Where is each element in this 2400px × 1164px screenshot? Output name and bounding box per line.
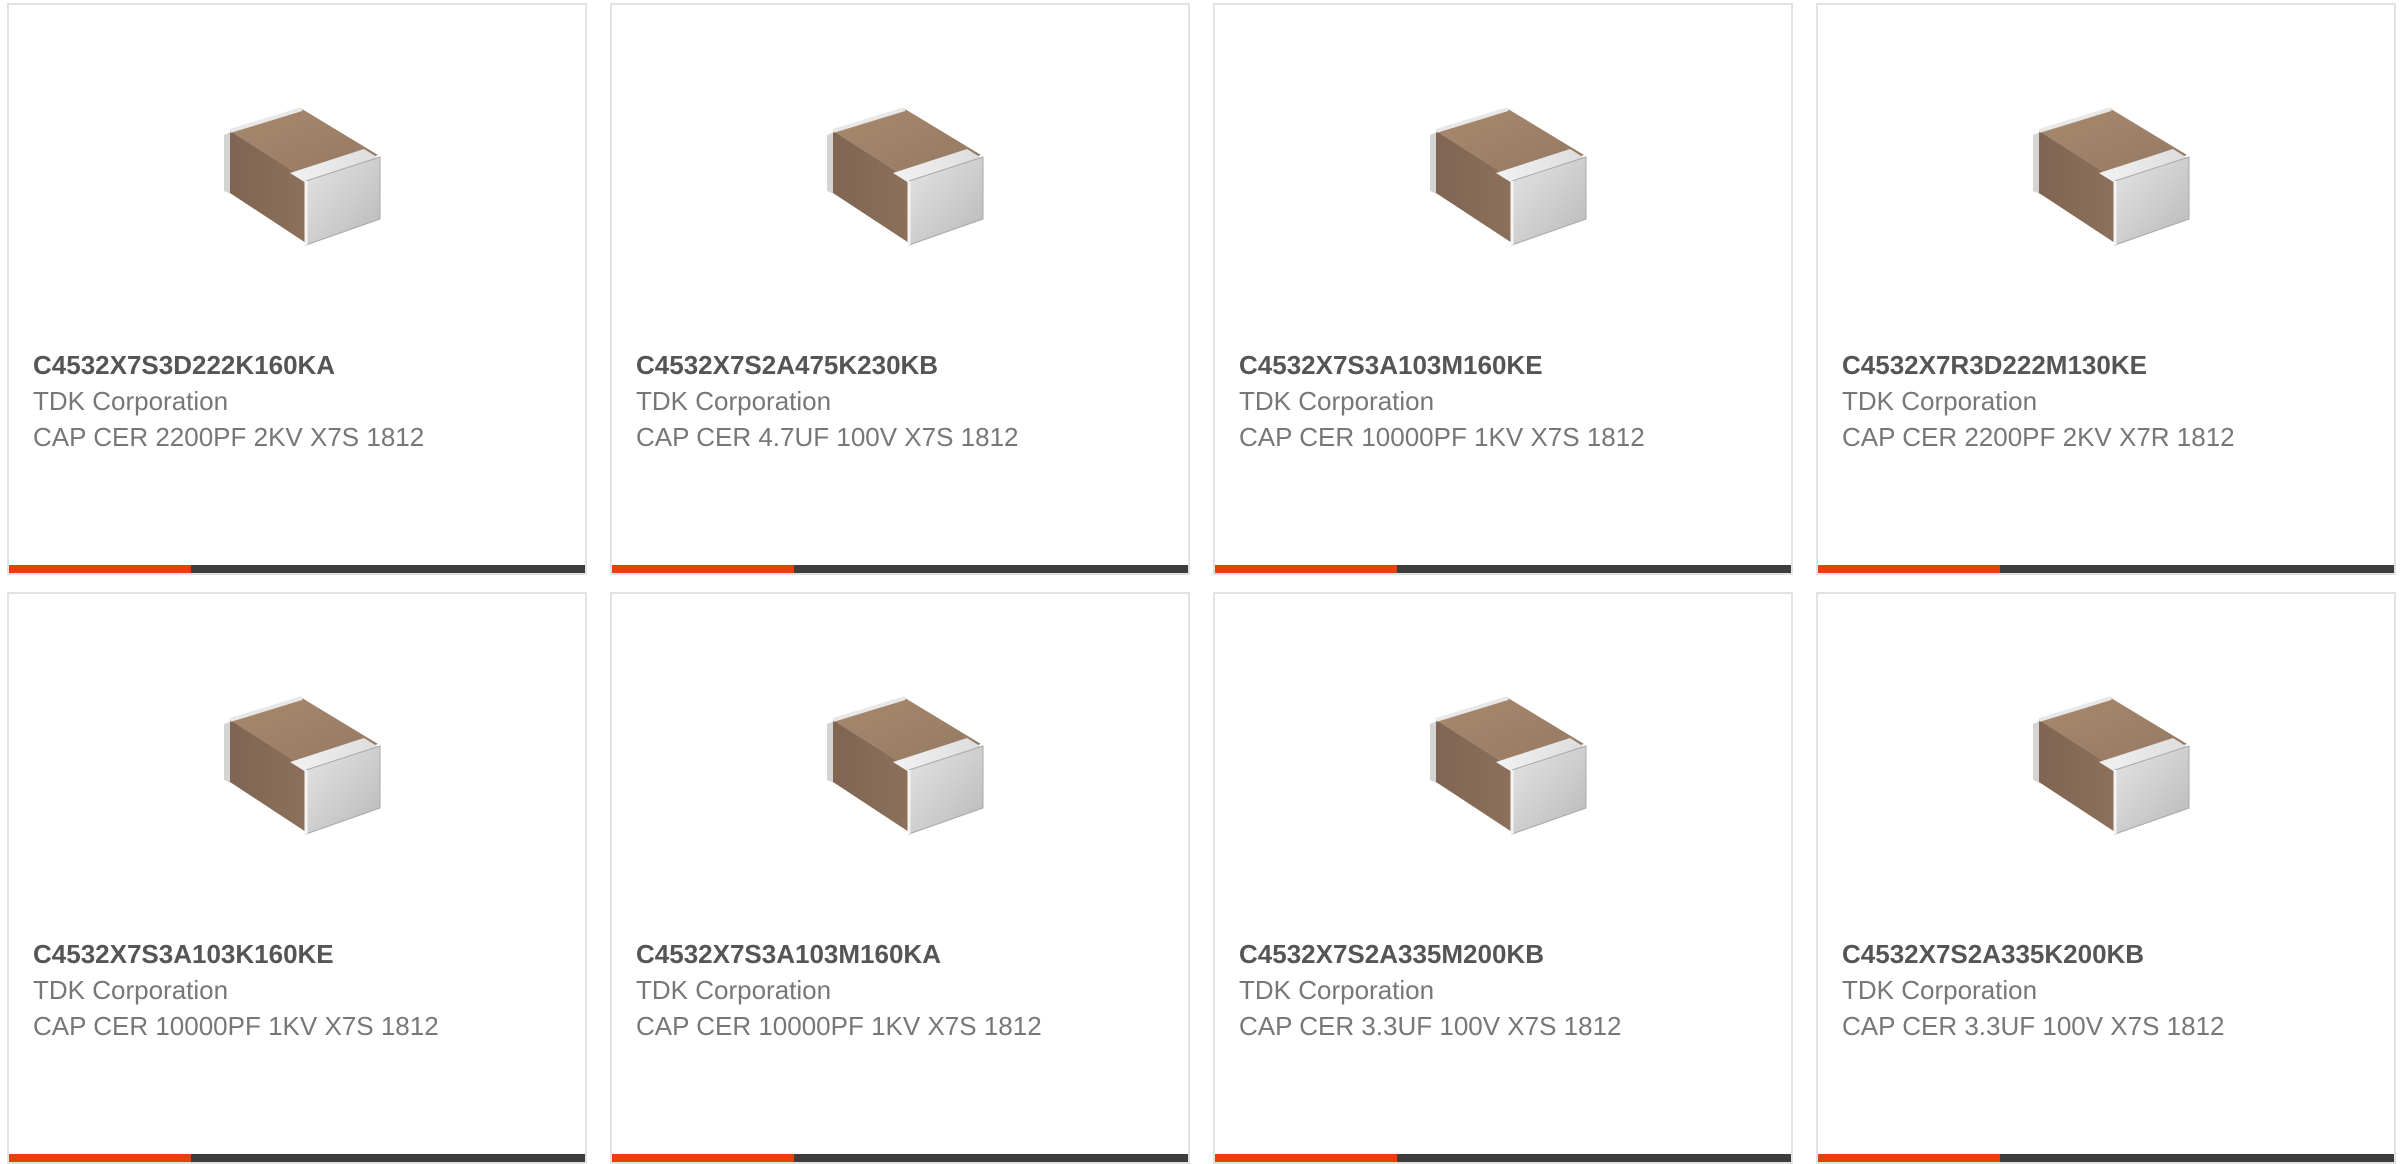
capacitor-chip-icon[interactable] (2003, 662, 2213, 872)
manufacturer: TDK Corporation (1842, 386, 2038, 416)
card-accent-highlight (9, 1154, 191, 1162)
card-accent-bar (1818, 565, 2394, 573)
part-number[interactable]: C4532X7S3A103M160KA (636, 936, 1076, 972)
card-accent-bar (1818, 1154, 2394, 1162)
card-accent-highlight (9, 565, 191, 573)
product-description: CAP CER 2200PF 2KV X7S 1812 (33, 422, 425, 452)
manufacturer: TDK Corporation (1239, 386, 1435, 416)
product-info: C4532X7S3A103K160KE TDK Corporation CAP … (33, 936, 473, 1044)
manufacturer: TDK Corporation (1239, 975, 1435, 1005)
product-card[interactable]: C4532X7S3D222K160KA TDK Corporation CAP … (7, 3, 587, 575)
capacitor-chip-icon[interactable] (2003, 73, 2213, 283)
part-number[interactable]: C4532X7S3D222K160KA (33, 347, 473, 383)
part-number[interactable]: C4532X7S3A103K160KE (33, 936, 473, 972)
product-info: C4532X7S3A103M160KA TDK Corporation CAP … (636, 936, 1076, 1044)
product-description: CAP CER 4.7UF 100V X7S 1812 (636, 422, 1019, 452)
capacitor-chip-icon[interactable] (194, 73, 404, 283)
product-card[interactable]: C4532X7R3D222M130KE TDK Corporation CAP … (1816, 3, 2396, 575)
product-description: CAP CER 3.3UF 100V X7S 1812 (1842, 1011, 2225, 1041)
product-card[interactable]: C4532X7S2A335K200KB TDK Corporation CAP … (1816, 592, 2396, 1164)
product-description: CAP CER 10000PF 1KV X7S 1812 (636, 1011, 1042, 1041)
card-accent-highlight (1215, 565, 1397, 573)
part-number[interactable]: C4532X7S3A103M160KE (1239, 347, 1679, 383)
capacitor-chip-icon[interactable] (1400, 662, 1610, 872)
manufacturer: TDK Corporation (1842, 975, 2038, 1005)
product-info: C4532X7S2A475K230KB TDK Corporation CAP … (636, 347, 1076, 455)
card-accent-highlight (612, 1154, 794, 1162)
part-number[interactable]: C4532X7S2A335K200KB (1842, 936, 2282, 972)
manufacturer: TDK Corporation (636, 975, 832, 1005)
product-info: C4532X7S2A335M200KB TDK Corporation CAP … (1239, 936, 1679, 1044)
product-info: C4532X7S2A335K200KB TDK Corporation CAP … (1842, 936, 2282, 1044)
product-info: C4532X7S3D222K160KA TDK Corporation CAP … (33, 347, 473, 455)
card-accent-highlight (1215, 1154, 1397, 1162)
product-card[interactable]: C4532X7S2A335M200KB TDK Corporation CAP … (1213, 592, 1793, 1164)
product-description: CAP CER 10000PF 1KV X7S 1812 (1239, 422, 1645, 452)
manufacturer: TDK Corporation (636, 386, 832, 416)
manufacturer: TDK Corporation (33, 386, 229, 416)
card-accent-bar (9, 1154, 585, 1162)
capacitor-chip-icon[interactable] (1400, 73, 1610, 283)
product-card[interactable]: C4532X7S3A103K160KE TDK Corporation CAP … (7, 592, 587, 1164)
product-card[interactable]: C4532X7S2A475K230KB TDK Corporation CAP … (610, 3, 1190, 575)
capacitor-chip-icon[interactable] (797, 662, 1007, 872)
product-info: C4532X7R3D222M130KE TDK Corporation CAP … (1842, 347, 2282, 455)
capacitor-chip-icon[interactable] (797, 73, 1007, 283)
card-accent-highlight (1818, 565, 2000, 573)
card-accent-highlight (1818, 1154, 2000, 1162)
manufacturer: TDK Corporation (33, 975, 229, 1005)
part-number[interactable]: C4532X7S2A475K230KB (636, 347, 1076, 383)
card-accent-bar (9, 565, 585, 573)
part-number[interactable]: C4532X7R3D222M130KE (1842, 347, 2282, 383)
card-accent-bar (1215, 565, 1791, 573)
product-card[interactable]: C4532X7S3A103M160KA TDK Corporation CAP … (610, 592, 1190, 1164)
product-description: CAP CER 3.3UF 100V X7S 1812 (1239, 1011, 1622, 1041)
product-description: CAP CER 2200PF 2KV X7R 1812 (1842, 422, 2235, 452)
capacitor-chip-icon[interactable] (194, 662, 404, 872)
card-accent-bar (612, 1154, 1188, 1162)
product-info: C4532X7S3A103M160KE TDK Corporation CAP … (1239, 347, 1679, 455)
card-accent-bar (1215, 1154, 1791, 1162)
product-description: CAP CER 10000PF 1KV X7S 1812 (33, 1011, 439, 1041)
product-card[interactable]: C4532X7S3A103M160KE TDK Corporation CAP … (1213, 3, 1793, 575)
card-accent-bar (612, 565, 1188, 573)
part-number[interactable]: C4532X7S2A335M200KB (1239, 936, 1679, 972)
product-grid: C4532X7S3D222K160KA TDK Corporation CAP … (7, 3, 2396, 1164)
card-accent-highlight (612, 565, 794, 573)
